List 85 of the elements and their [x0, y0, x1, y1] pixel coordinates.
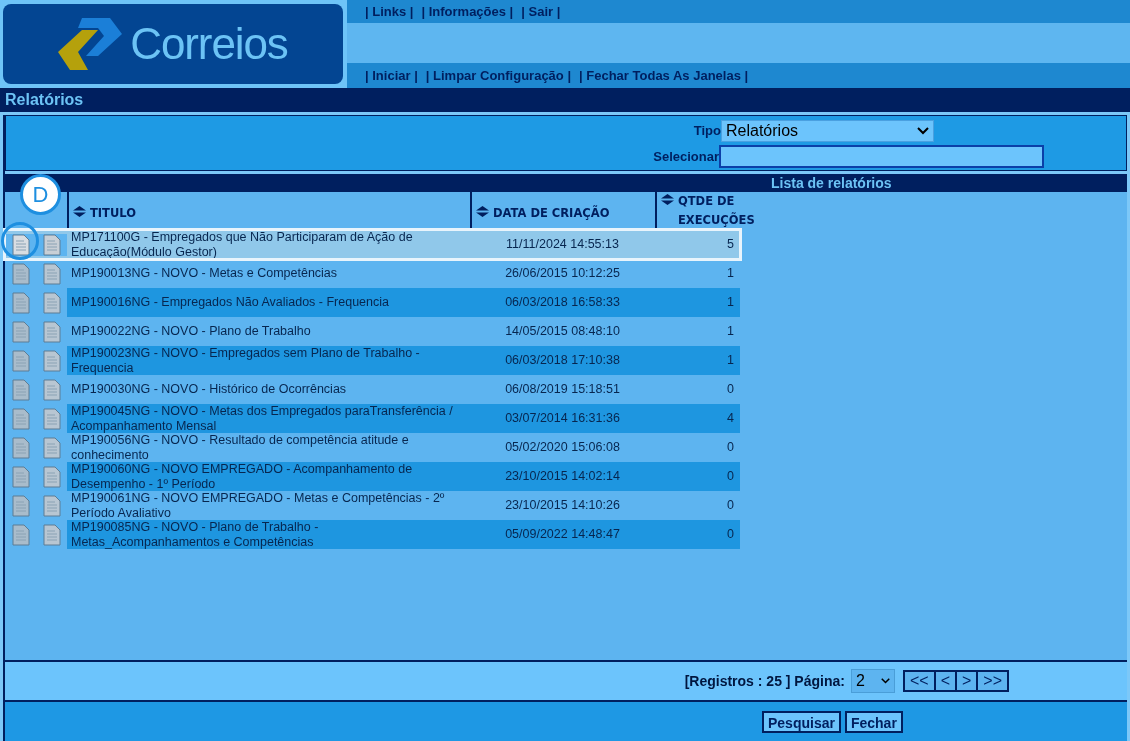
document-icon[interactable]	[11, 233, 30, 256]
nav-link[interactable]: | Fechar Todas As Janelas |	[579, 65, 749, 86]
document-icon[interactable]	[11, 378, 30, 401]
document-icon[interactable]	[42, 436, 61, 459]
creation-date: 03/07/2014 16:31:36	[504, 410, 621, 428]
document-icon[interactable]	[11, 407, 30, 430]
action-button[interactable]: Fechar	[844, 710, 903, 733]
nav-link[interactable]: | Limpar Configuração |	[425, 65, 572, 86]
document-icon[interactable]	[42, 407, 61, 430]
report-title: MP190013NG - NOVO - Metas e Competências	[70, 266, 339, 281]
document-icon[interactable]	[42, 378, 61, 401]
report-title: MP190023NG - NOVO - Empregados sem Plano de Trabalho - Frequencia	[70, 346, 421, 375]
report-title: MP190030NG - NOVO - Histórico de Ocorrências	[70, 382, 348, 397]
creation-date: 06/03/2018 17:10:38	[504, 352, 621, 370]
report-title: MP190060NG - NOVO EMPREGADO - Acompanhamento de Desempenho - 1º Período	[70, 462, 414, 491]
report-title: MP190085NG - NOVO - Plano de Trabalho - Metas_Acompanhamentos e Competências	[70, 520, 320, 549]
creation-date: 06/03/2018 16:58:33	[504, 294, 621, 312]
highlight-ring	[1, 222, 39, 260]
creation-date: 14/05/2015 08:48:10	[504, 323, 621, 341]
nav-link[interactable]: | Sair |	[521, 1, 561, 22]
type-dropdown[interactable]: Relatórios	[721, 120, 934, 142]
creation-date: 23/10/2015 14:02:14	[504, 468, 621, 486]
execution-count: 1	[726, 294, 735, 312]
execution-count: 1	[726, 265, 735, 283]
creation-date: 23/10/2015 14:10:26	[504, 497, 621, 515]
document-icon[interactable]	[42, 494, 61, 517]
logo-icon	[58, 18, 123, 70]
report-title: MP190022NG - NOVO - Plano de Trabalho	[70, 324, 312, 339]
records-summary: [Registros : 25 ] Página:	[684, 671, 845, 691]
document-icon[interactable]	[11, 291, 30, 314]
report-title: MP190056NG - NOVO - Resultado de competência atitude e conhecimento	[70, 433, 410, 462]
logo-text: Correios	[130, 18, 288, 70]
column-header[interactable]: QTDE DE EXECUÇÕES	[678, 192, 755, 230]
nav-link[interactable]: | Informações |	[421, 1, 514, 22]
sort-icon	[73, 206, 86, 217]
field-label: Tipo	[693, 122, 721, 141]
execution-count: 5	[726, 236, 735, 254]
page-title: Relatórios	[5, 90, 84, 110]
page-dropdown[interactable]: 2	[850, 669, 895, 693]
field-label: Selecionar	[653, 147, 719, 166]
document-icon[interactable]	[11, 465, 30, 488]
report-title: MP190061NG - NOVO EMPREGADO - Metas e Competências - 2º Período Avaliativo	[70, 491, 446, 520]
execution-count: 0	[726, 468, 735, 486]
creation-date: 05/09/2022 14:48:47	[504, 526, 621, 544]
select-field[interactable]	[719, 145, 1044, 168]
document-icon[interactable]	[11, 262, 30, 285]
document-icon[interactable]	[42, 349, 61, 372]
column-header[interactable]: TITULO	[90, 204, 136, 223]
nav-link[interactable]: | Links |	[365, 1, 414, 22]
action-button[interactable]: Pesquisar	[762, 710, 841, 733]
page-nav-button[interactable]: <<	[902, 670, 936, 692]
nav-link[interactable]: | Iniciar |	[365, 65, 418, 86]
sort-icon	[476, 206, 489, 217]
document-icon[interactable]	[11, 494, 30, 517]
document-icon[interactable]	[11, 349, 30, 372]
report-title: MP171100G - Empregados que Não Participaram de Ação de Educação(Módulo Gestor)	[70, 230, 414, 259]
page-nav-button[interactable]: >>	[976, 670, 1009, 692]
execution-count: 4	[726, 410, 735, 428]
execution-count: 0	[726, 439, 735, 457]
document-icon[interactable]	[42, 465, 61, 488]
column-header[interactable]: DATA DE CRIAÇÃO	[493, 204, 610, 223]
document-icon[interactable]	[42, 233, 61, 256]
execution-count: 0	[726, 381, 735, 399]
execution-count: 0	[726, 497, 735, 515]
creation-date: 05/02/2020 15:06:08	[504, 439, 621, 457]
list-title: Lista de relatórios	[771, 173, 892, 193]
sort-icon	[661, 194, 674, 205]
execution-count: 1	[726, 323, 735, 341]
report-title: MP190045NG - NOVO - Metas dos Empregados paraTransferência / Acompanhamento Mensal	[70, 404, 454, 433]
execution-count: 0	[726, 526, 735, 544]
report-title: MP190016NG - Empregados Não Avaliados - Frequencia	[70, 295, 390, 310]
chevron-icon	[917, 127, 929, 135]
execution-count: 1	[726, 352, 735, 370]
creation-date: 06/08/2019 15:18:51	[504, 381, 621, 399]
document-icon[interactable]	[42, 291, 61, 314]
document-icon[interactable]	[11, 320, 30, 343]
document-icon[interactable]	[42, 262, 61, 285]
document-icon[interactable]	[11, 523, 30, 546]
document-icon[interactable]	[11, 436, 30, 459]
selected-row[interactable]: MP171100G - Empregados que Não Participaram de Ação de Educação(Módulo Gestor) 11/11/2024 14:55:13 5	[5, 230, 740, 259]
document-icon[interactable]	[42, 320, 61, 343]
creation-date: 26/06/2015 10:12:25	[504, 265, 621, 283]
creation-date: 11/11/2024 14:55:13	[505, 236, 620, 254]
document-icon[interactable]	[42, 523, 61, 546]
chevron-icon	[880, 678, 890, 684]
